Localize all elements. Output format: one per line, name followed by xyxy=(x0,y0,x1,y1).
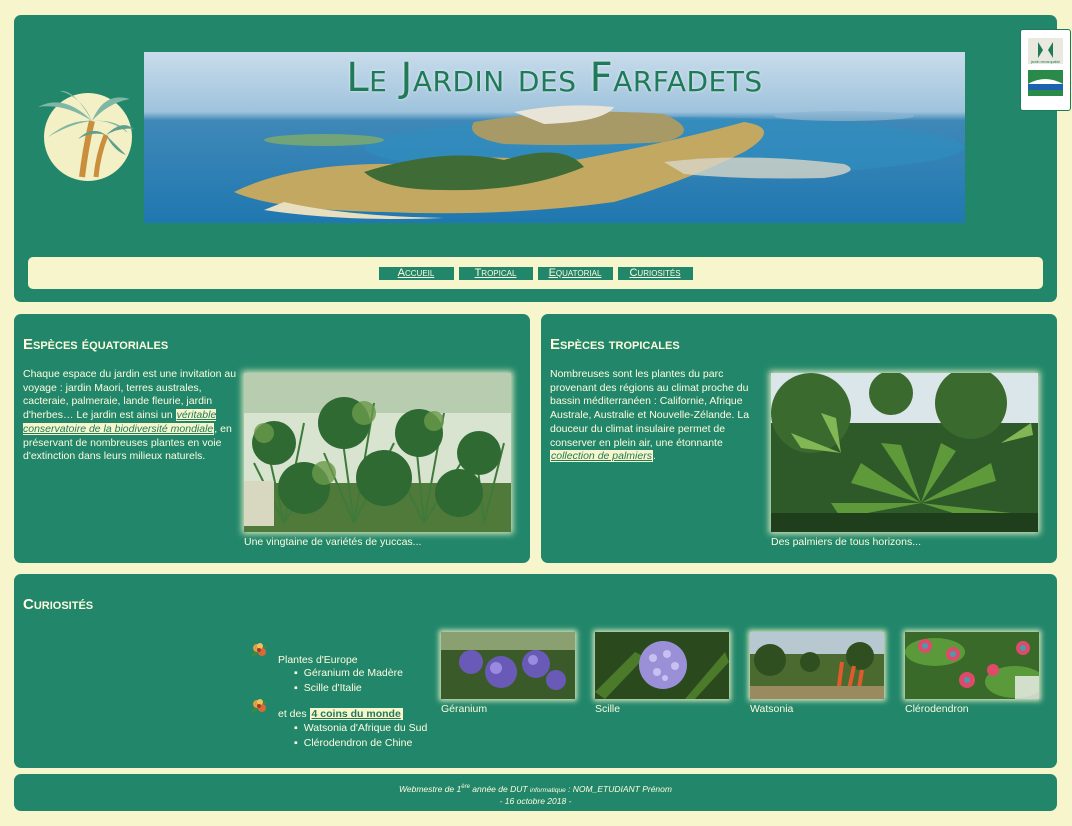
header-panel: Le Jardin des Farfadets Accueil Tropical… xyxy=(14,15,1057,302)
equatorial-section: Espèces équatoriales Chaque espace du ja… xyxy=(14,314,530,563)
thumb-caption: Watsonia xyxy=(750,703,794,715)
thumb-caption: Géranium xyxy=(441,703,488,715)
main-navigation: Accueil Tropical Equatorial Curiosités xyxy=(28,257,1043,289)
nav-curiosites[interactable]: Curiosités xyxy=(617,266,693,280)
watsonia-thumbnail xyxy=(750,632,884,699)
world-plants-list: Watsonia d'Afrique du Sud Clérodendron d… xyxy=(294,721,428,751)
clerodendron-thumbnail xyxy=(905,632,1039,699)
tropical-caption: Des palmiers de tous horizons... xyxy=(771,536,921,548)
tropical-title: Espèces tropicales xyxy=(550,336,680,353)
curiosities-title: Curiosités xyxy=(23,596,94,613)
jardin-remarquable-badge[interactable]: jardin remarquable xyxy=(1020,29,1071,111)
equatorial-description: Chaque espace du jardin est une invitati… xyxy=(23,368,237,463)
list-item: Géranium de Madère xyxy=(294,666,403,681)
equatorial-title: Espèces équatoriales xyxy=(23,336,169,353)
europe-plants-label: Plantes d'Europe xyxy=(278,654,358,666)
geranium-thumbnail xyxy=(441,632,575,699)
scille-thumbnail xyxy=(595,632,729,699)
four-corners-link[interactable]: 4 coins du monde xyxy=(309,708,403,720)
flower-icon xyxy=(248,696,270,716)
nav-tropical[interactable]: Tropical xyxy=(458,266,533,280)
footer-date: - 16 octobre 2018 - xyxy=(499,795,572,806)
thumb-caption: Scille xyxy=(595,703,621,715)
footer-line-1: Webmestre de 1ère année de DUT informati… xyxy=(399,783,672,794)
europe-plants-list: Géranium de Madère Scille d'Italie xyxy=(294,666,403,695)
nav-equatorial[interactable]: Equatorial xyxy=(537,266,613,280)
badge-label: jardin remarquable xyxy=(1030,60,1060,64)
site-title: Le Jardin des Farfadets xyxy=(346,55,763,101)
palm-tree-logo xyxy=(34,85,134,185)
tropical-description: Nombreuses sont les plantes du parc prov… xyxy=(550,368,750,463)
palm-trees-photo xyxy=(771,373,1038,532)
list-item: Scille d'Italie xyxy=(294,681,403,696)
equatorial-caption: Une vingtaine de variétés de yuccas... xyxy=(244,536,422,548)
tropical-section: Espèces tropicales Nombreuses sont les p… xyxy=(541,314,1057,563)
nav-accueil[interactable]: Accueil xyxy=(378,266,454,280)
world-plants-label: et des 4 coins du monde xyxy=(278,708,403,720)
footer-credits: Webmestre de 1ère année de DUT informati… xyxy=(14,782,1057,806)
palm-collection-link[interactable]: collection de palmiers xyxy=(550,450,653,463)
curiosities-section: Curiosités Plantes d'Europe Géranium de … xyxy=(14,574,1057,768)
thumb-caption: Clérodendron xyxy=(905,703,969,715)
island-banner: Le Jardin des Farfadets xyxy=(144,52,965,223)
footer: Webmestre de 1ère année de DUT informati… xyxy=(14,774,1057,811)
list-item: Watsonia d'Afrique du Sud xyxy=(294,721,428,736)
yucca-photo xyxy=(244,373,511,532)
flower-icon xyxy=(248,640,270,660)
list-item: Clérodendron de Chine xyxy=(294,736,427,751)
